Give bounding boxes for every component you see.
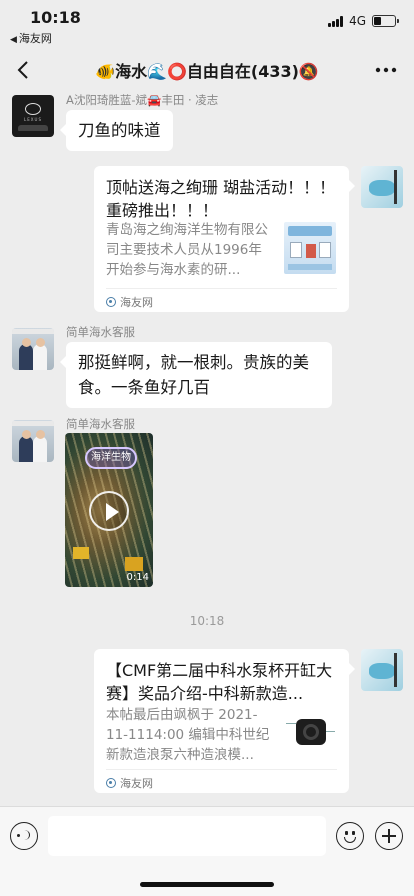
link-card-title: 顶帖送海之绚珊 瑚盐活动！！！ 重磅推出！！！ [106,178,336,220]
link-card-thumbnail [284,707,336,759]
link-card-source: 海友网 [106,294,153,310]
sender-name: 简单海水客服 [66,325,135,339]
link-card-title: 【CMF第二届中科水泵杯开缸大赛】奖品介绍-中科新款造... [106,661,333,703]
link-card-description: 青岛海之绚海洋生物有限公司主要技术人员从1996年开始参与海水素的研... [106,222,268,278]
plus-icon[interactable] [375,822,403,850]
avatar[interactable]: LEXUS [12,95,54,137]
message-bubble[interactable]: 那挺鲜啊，就一根刺。贵族的美食。一条鱼好几百 [60,342,332,408]
battery-icon [372,15,399,27]
link-card-description: 本帖最后由飒枫于 2021-11-1114:00 编辑中科世纪新款造浪泵六种造浪… [106,707,270,763]
link-card[interactable]: 【CMF第二届中科水泵杯开缸大赛】奖品介绍-中科新款造... 本帖最后由飒枫于 … [94,649,355,793]
sender-name: A沈阳琦胜蓝-斌🚘丰田 · 凌志 [66,93,219,107]
avatar[interactable] [361,649,403,691]
status-time: 10:18 [30,8,81,27]
play-icon[interactable] [89,491,129,531]
video-tag: 海洋生物 [85,447,137,469]
battery-level [374,17,381,25]
message-input[interactable] [48,816,326,856]
chat-header: 🐠海水🌊⭕自由自在(433)🔕 [0,46,414,94]
message-bubble[interactable]: 刀鱼的味道 [60,110,173,151]
link-card-source: 海友网 [106,775,153,791]
source-app-icon [106,778,116,788]
signal-icon [328,15,344,27]
home-indicator [140,882,274,887]
chat-timestamp: 10:18 [189,614,225,628]
status-back-to-app[interactable]: ◀ 海友网 [10,30,52,46]
more-dots-icon [375,67,397,73]
lexus-logo-icon [25,103,41,115]
chat-title[interactable]: 🐠海水🌊⭕自由自在(433)🔕 [0,58,414,82]
sender-name: 简单海水客服 [66,417,135,431]
link-card[interactable]: 顶帖送海之绚珊 瑚盐活动！！！ 重磅推出！！！ 青岛海之绚海洋生物有限公司主要技… [94,166,355,312]
back-app-name: 海友网 [18,32,52,45]
avatar[interactable] [12,328,54,370]
source-app-icon [106,297,116,307]
video-duration: 0:14 [126,572,149,583]
more-button[interactable] [374,56,398,84]
status-bar: 10:18 ◀ 海友网 4G [0,0,414,46]
back-triangle-icon: ◀ [10,35,17,45]
voice-icon[interactable] [10,822,38,850]
video-message[interactable]: 海洋生物 0:14 [65,433,153,587]
avatar[interactable] [12,420,54,462]
network-type: 4G [349,14,366,28]
status-indicators: 4G [328,14,399,28]
link-card-thumbnail [284,222,336,274]
emoji-icon[interactable] [336,822,364,850]
avatar[interactable] [361,166,403,208]
